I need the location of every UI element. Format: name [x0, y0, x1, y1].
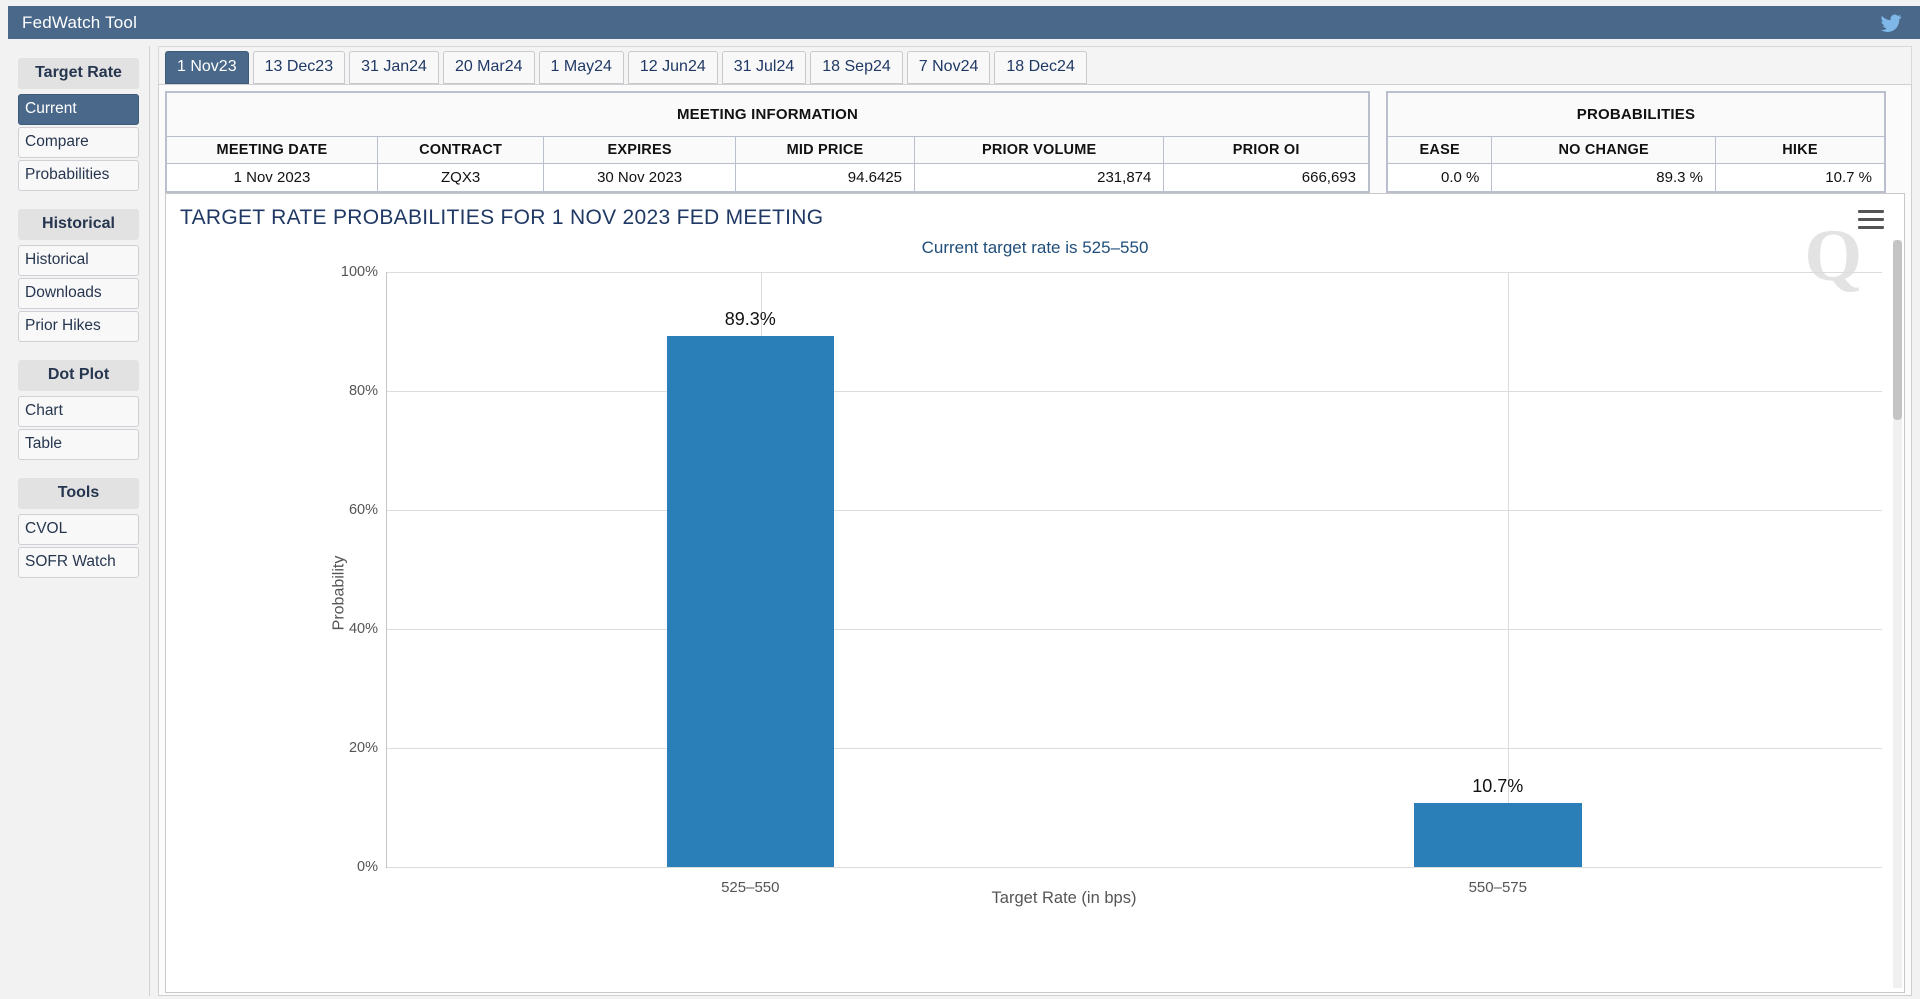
title-bar: FedWatch Tool	[8, 6, 1920, 39]
plot-inner: 100% 80% 60% 40% 20%	[386, 272, 1882, 868]
value-ease: 0.0 %	[1388, 164, 1492, 192]
tab-12-jun24[interactable]: 12 Jun24	[628, 51, 718, 84]
value-prior-oi: 666,693	[1164, 164, 1369, 192]
main-panel: MEETING INFORMATION MEETING DATE CONTRAC…	[158, 84, 1912, 996]
tab-13-dec23[interactable]: 13 Dec23	[253, 51, 346, 84]
sidebar-item-sofr-watch[interactable]: SOFR Watch	[18, 547, 139, 578]
tab-18-dec24[interactable]: 18 Dec24	[994, 51, 1087, 84]
y-tick-label: 100%	[341, 264, 378, 280]
value-hike: 10.7 %	[1716, 164, 1885, 192]
summary-tables-row: MEETING INFORMATION MEETING DATE CONTRAC…	[165, 91, 1905, 187]
plot-area: Probability 100% 80% 60% 40	[246, 272, 1882, 914]
sidebar-item-prior-hikes[interactable]: Prior Hikes	[18, 311, 139, 342]
value-contract: ZQX3	[377, 164, 543, 192]
y-axis-label: Probability	[330, 556, 348, 631]
probabilities-chart: TARGET RATE PROBABILITIES FOR 1 NOV 2023…	[165, 193, 1905, 993]
chart-scrollbar-thumb[interactable]	[1893, 240, 1902, 420]
y-tick-label: 80%	[349, 383, 378, 399]
content-area: 1 Nov23 13 Dec23 31 Jan24 20 Mar24 1 May…	[158, 46, 1912, 996]
tab-31-jul24[interactable]: 31 Jul24	[722, 51, 807, 84]
gridline: 40%	[387, 629, 1882, 630]
sidebar: Target Rate Current Compare Probabilitie…	[8, 46, 150, 996]
tab-20-mar24[interactable]: 20 Mar24	[443, 51, 535, 84]
sidebar-item-chart[interactable]: Chart	[18, 396, 139, 427]
probabilities-table: PROBABILITIES EASE NO CHANGE HIKE 0.0 % …	[1386, 91, 1886, 193]
sidebar-item-probabilities[interactable]: Probabilities	[18, 160, 139, 191]
col-expires: EXPIRES	[544, 137, 736, 164]
sidebar-item-table[interactable]: Table	[18, 429, 139, 460]
probabilities-title: PROBABILITIES	[1388, 93, 1885, 137]
col-meeting-date: MEETING DATE	[167, 137, 378, 164]
bar-value-label: 10.7%	[1472, 776, 1523, 797]
y-tick-label: 40%	[349, 621, 378, 637]
col-hike: HIKE	[1716, 137, 1885, 164]
sidebar-heading-dot-plot: Dot Plot	[18, 360, 139, 391]
sidebar-heading-target-rate: Target Rate	[18, 58, 139, 89]
value-prior-volume: 231,874	[915, 164, 1164, 192]
chart-subtitle: Current target rate is 525–550	[166, 238, 1904, 258]
tab-31-jan24[interactable]: 31 Jan24	[349, 51, 439, 84]
col-contract: CONTRACT	[377, 137, 543, 164]
table-row: 1 Nov 2023 ZQX3 30 Nov 2023 94.6425 231,…	[167, 164, 1369, 192]
gridline: 100%	[387, 272, 1882, 273]
gridline: 80%	[387, 391, 1882, 392]
value-mid-price: 94.6425	[736, 164, 915, 192]
sidebar-item-cvol[interactable]: CVOL	[18, 514, 139, 545]
table-row: 0.0 % 89.3 % 10.7 %	[1388, 164, 1885, 192]
col-prior-volume: PRIOR VOLUME	[915, 137, 1164, 164]
sidebar-heading-tools: Tools	[18, 478, 139, 509]
chart-scrollbar[interactable]	[1893, 240, 1902, 988]
gridline: 20%	[387, 748, 1882, 749]
col-ease: EASE	[1388, 137, 1492, 164]
gridline: 60%	[387, 510, 1882, 511]
sidebar-item-downloads[interactable]: Downloads	[18, 278, 139, 309]
value-expires: 30 Nov 2023	[544, 164, 736, 192]
sidebar-heading-historical: Historical	[18, 209, 139, 240]
meeting-date-tabs: 1 Nov23 13 Dec23 31 Jan24 20 Mar24 1 May…	[158, 46, 1912, 84]
bar-value-label: 89.3%	[725, 309, 776, 330]
sidebar-item-compare[interactable]: Compare	[18, 127, 139, 158]
tab-1-may24[interactable]: 1 May24	[539, 51, 624, 84]
y-tick-label: 60%	[349, 502, 378, 518]
tab-1-nov23[interactable]: 1 Nov23	[165, 51, 249, 84]
twitter-icon[interactable]	[1880, 12, 1902, 34]
sidebar-item-historical[interactable]: Historical	[18, 245, 139, 276]
meeting-information-title: MEETING INFORMATION	[167, 93, 1369, 137]
x-axis-label: Target Rate (in bps)	[246, 889, 1882, 908]
bar-525-550[interactable]	[667, 336, 834, 867]
col-mid-price: MID PRICE	[736, 137, 915, 164]
tab-7-nov24[interactable]: 7 Nov24	[907, 51, 991, 84]
col-no-change: NO CHANGE	[1492, 137, 1716, 164]
col-prior-oi: PRIOR OI	[1164, 137, 1369, 164]
app-title: FedWatch Tool	[22, 13, 1880, 33]
gridline: 0%	[387, 867, 1882, 868]
y-tick-label: 0%	[357, 859, 378, 875]
meeting-information-table: MEETING INFORMATION MEETING DATE CONTRAC…	[165, 91, 1370, 193]
chart-title: TARGET RATE PROBABILITIES FOR 1 NOV 2023…	[180, 206, 823, 230]
y-tick-label: 20%	[349, 740, 378, 756]
tab-18-sep24[interactable]: 18 Sep24	[810, 51, 903, 84]
bar-550-575[interactable]	[1414, 803, 1581, 867]
fedwatch-app: FedWatch Tool Target Rate Current Compar…	[0, 0, 1920, 999]
sidebar-item-current[interactable]: Current	[18, 94, 139, 125]
value-meeting-date: 1 Nov 2023	[167, 164, 378, 192]
value-no-change: 89.3 %	[1492, 164, 1716, 192]
